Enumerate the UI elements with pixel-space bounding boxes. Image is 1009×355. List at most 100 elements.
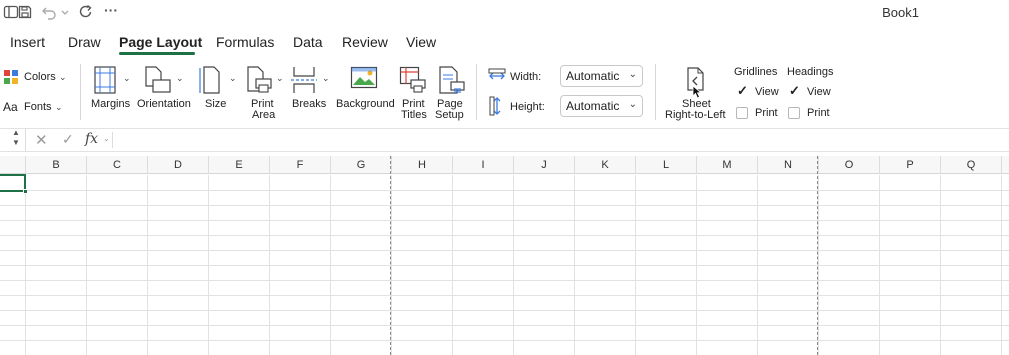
page-setup-label-2: Setup	[435, 109, 464, 121]
width-select[interactable]: Automatic ⌄	[560, 65, 643, 87]
chevron-down-icon[interactable]: ⌄	[103, 134, 110, 143]
orientation-icon	[145, 66, 171, 93]
active-tab-indicator	[119, 52, 195, 55]
row-gridline	[0, 205, 1009, 206]
column-header-k[interactable]: K	[575, 156, 636, 174]
enter-icon[interactable]: ✓	[62, 131, 74, 148]
function-icon[interactable]: fx	[85, 131, 98, 147]
colors-icon	[4, 70, 18, 84]
column-header-b[interactable]: B	[26, 156, 87, 174]
tab-review[interactable]: Review	[342, 34, 388, 50]
column-gridline	[208, 175, 209, 355]
chevron-down-icon: ⌄	[123, 73, 131, 83]
column-header-h[interactable]: H	[392, 156, 453, 174]
row-gridline	[0, 190, 1009, 191]
width-icon	[488, 68, 506, 80]
ribbon: Colors ⌄ Aa Fonts ⌄ ⌄ Margins ⌄ Orientat…	[0, 58, 1009, 126]
column-gridline	[940, 175, 941, 355]
column-header-p[interactable]: P	[880, 156, 941, 174]
formula-input[interactable]	[116, 129, 996, 151]
column-header-i[interactable]: I	[453, 156, 514, 174]
breaks-icon	[291, 67, 317, 93]
column-gridline	[25, 175, 26, 355]
sheet-rtl-label-2: Right-to-Left	[665, 109, 726, 121]
page-break-line	[390, 156, 391, 355]
headings-view-label: View	[807, 86, 831, 98]
mouse-cursor-icon	[692, 85, 703, 99]
tab-view[interactable]: View	[406, 34, 436, 50]
chevron-down-icon: ⌄	[628, 69, 637, 80]
chevron-down-icon: ⌄	[229, 73, 237, 83]
margins-icon	[94, 66, 116, 94]
gridlines-view-label: View	[755, 86, 779, 98]
ribbon-divider	[80, 64, 81, 120]
column-gridline	[696, 175, 697, 355]
gridlines-print-checkbox[interactable]	[736, 107, 748, 119]
row-gridline	[0, 280, 1009, 281]
row-gridline	[0, 325, 1009, 326]
fill-handle[interactable]	[23, 189, 28, 194]
column-header-f[interactable]: F	[270, 156, 331, 174]
column-headers: BCDEFGHIJKLMNOPQ	[0, 156, 1009, 174]
column-gridline	[391, 175, 392, 355]
tab-page-layout[interactable]: Page Layout	[119, 34, 202, 50]
column-header-g[interactable]: G	[331, 156, 392, 174]
sheet-grid[interactable]	[0, 175, 1009, 355]
height-icon	[489, 96, 501, 116]
size-icon	[199, 66, 220, 94]
print-area-label-2: Area	[252, 109, 276, 121]
tab-data[interactable]: Data	[293, 34, 323, 50]
gridlines-print-label: Print	[755, 107, 778, 119]
fonts-icon: Aa	[3, 100, 18, 114]
formula-divider	[112, 132, 113, 148]
headings-print-label: Print	[807, 107, 830, 119]
column-gridline	[86, 175, 87, 355]
ribbon-divider	[655, 64, 656, 120]
tab-draw[interactable]: Draw	[68, 34, 101, 50]
gridlines-title: Gridlines	[734, 66, 778, 78]
height-label: Height:	[510, 101, 545, 113]
column-header-n[interactable]: N	[758, 156, 819, 174]
width-value: Automatic	[566, 69, 620, 83]
name-box[interactable]: ▲ ▼	[0, 128, 26, 151]
column-gridline	[635, 175, 636, 355]
row-gridline	[0, 220, 1009, 221]
column-header-j[interactable]: J	[514, 156, 575, 174]
row-gridline	[0, 265, 1009, 266]
headings-print-checkbox[interactable]	[788, 107, 800, 119]
height-value: Automatic	[566, 99, 620, 113]
page-setup-icon	[439, 66, 465, 94]
gridlines-view-checkbox[interactable]	[737, 83, 749, 99]
orientation-label: Orientation	[137, 98, 191, 110]
height-select[interactable]: Automatic ⌄	[560, 95, 643, 117]
column-header-l[interactable]: L	[636, 156, 697, 174]
column-gridline	[330, 175, 331, 355]
tab-formulas[interactable]: Formulas	[216, 34, 274, 50]
column-header-q[interactable]: Q	[941, 156, 1002, 174]
background-label: Background	[336, 98, 395, 110]
column-header-o[interactable]: O	[819, 156, 880, 174]
tab-insert[interactable]: Insert	[10, 34, 45, 50]
headings-view-checkbox[interactable]	[789, 83, 801, 99]
breaks-label: Breaks	[292, 98, 327, 110]
row-gridline	[0, 295, 1009, 296]
row-gridline	[0, 250, 1009, 251]
column-gridline	[269, 175, 270, 355]
column-header-c[interactable]: C	[87, 156, 148, 174]
select-all-corner[interactable]	[0, 156, 26, 174]
name-box-stepper-up-icon: ▲	[12, 128, 20, 137]
column-header-m[interactable]: M	[697, 156, 758, 174]
colors-label: Colors	[24, 71, 56, 83]
quick-access-toolbar: ··· Book1	[0, 0, 1009, 26]
column-header-e[interactable]: E	[209, 156, 270, 174]
column-gridline	[879, 175, 880, 355]
cancel-icon[interactable]: ✕	[35, 131, 48, 149]
column-gridline	[147, 175, 148, 355]
print-titles-label-2: Titles	[401, 109, 427, 121]
column-header-d[interactable]: D	[148, 156, 209, 174]
chevron-down-icon: ⌄	[628, 99, 637, 110]
print-area-icon	[247, 66, 272, 93]
print-titles-icon	[399, 66, 426, 93]
chevron-down-icon: ⌄	[276, 73, 284, 83]
selected-cell[interactable]	[0, 174, 28, 194]
